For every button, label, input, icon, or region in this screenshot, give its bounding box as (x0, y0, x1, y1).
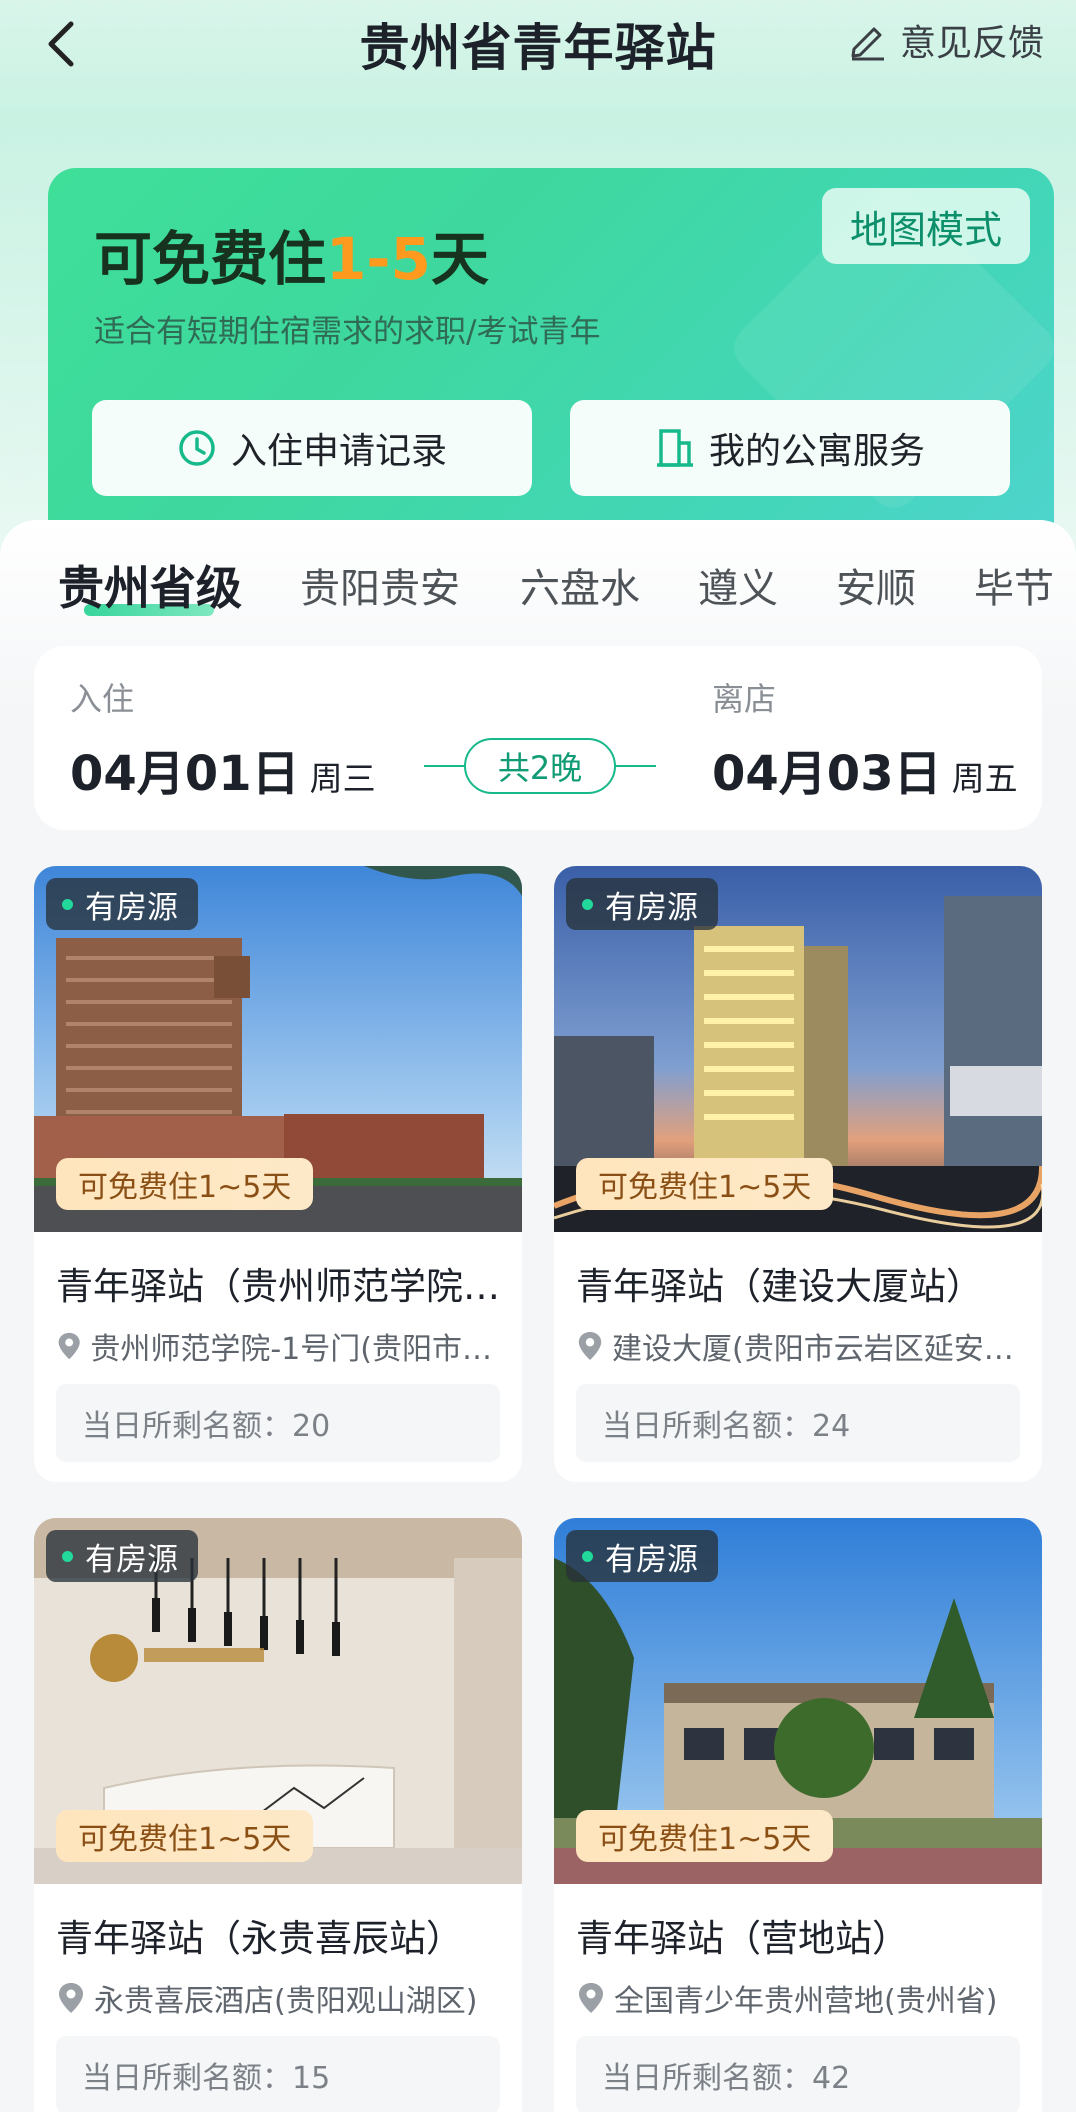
tab-liupanshui[interactable]: 六盘水 (520, 556, 640, 614)
location-pin-icon (58, 1332, 80, 1360)
status-dot (582, 898, 593, 910)
tab-guiyang-guian[interactable]: 贵阳贵安 (300, 556, 460, 614)
hero-heading-suffix: 天 (430, 225, 489, 293)
station-address-text: 建设大厦(贵阳市云岩区延安中路) (612, 1332, 1026, 1367)
availability-badge: 有房源 (46, 878, 198, 930)
checkin-date-text: 04月01日 (70, 746, 300, 802)
station-name: 青年驿站（营地站） (576, 1917, 909, 1960)
availability-label: 有房源 (85, 1541, 178, 1578)
station-photo: 有房源 可免费住1~5天 (34, 1518, 522, 1884)
tab-guizhou-province[interactable]: 贵州省级 (58, 552, 242, 618)
free-stay-tag: 可免费住1~5天 (56, 1810, 314, 1862)
station-name: 青年驿站（永贵喜辰站） (56, 1917, 463, 1960)
station-card[interactable]: 有房源 可免费住1~5天 青年驿站（永贵喜辰站） 永贵喜辰酒店(贵阳观山湖区) … (34, 1518, 522, 2112)
checkin-weekday: 周三 (309, 759, 376, 798)
location-pin-icon (59, 1983, 83, 2013)
nights-count: 共2晚 (464, 738, 616, 794)
station-name: 青年驿站（建设大厦站） (576, 1265, 983, 1308)
status-dot (62, 898, 73, 910)
top-bar: 贵州省青年驿站 意见反馈 (0, 0, 1076, 90)
building-icon (656, 429, 693, 467)
checkout-label: 离店 (712, 680, 777, 718)
remaining-quota: 当日所剩名额：42 (576, 2036, 1020, 2112)
station-photo: 有房源 可免费住1~5天 (34, 866, 522, 1232)
station-address-text: 全国青少年贵州营地(贵州省) (614, 1984, 998, 2019)
status-dot (62, 1550, 73, 1562)
clock-icon (179, 430, 215, 466)
hero-subtitle: 适合有短期住宿需求的求职/考试青年 (94, 314, 601, 350)
hero-heading-prefix: 可免费住 (94, 225, 327, 293)
map-mode-button[interactable]: 地图模式 (822, 188, 1030, 264)
checkout-weekday: 周五 (951, 759, 1018, 798)
checkin-label: 入住 (70, 680, 135, 718)
availability-label: 有房源 (605, 889, 698, 926)
region-tabs: 贵州省级 贵阳贵安 六盘水 遵义 安顺 毕节 (0, 520, 1076, 650)
remaining-quota: 当日所剩名额：15 (56, 2036, 500, 2112)
station-address: 贵州师范学院-1号门(贵阳市乌当区) (56, 1324, 506, 1368)
nights-indicator: 共2晚 (424, 738, 656, 794)
station-photo: 有房源 可免费住1~5天 (554, 1518, 1042, 1884)
hero-banner: 可免费住1-5天 适合有短期住宿需求的求职/考试青年 地图模式 入住申请记录 我… (48, 168, 1054, 568)
availability-badge: 有房源 (566, 878, 718, 930)
station-address: 建设大厦(贵阳市云岩区延安中路) (576, 1324, 1026, 1368)
free-stay-tag: 可免费住1~5天 (576, 1810, 834, 1862)
checkin-date-picker[interactable]: 入住 04月01日 周三 (70, 674, 376, 804)
feedback-label: 意见反馈 (899, 23, 1044, 64)
feedback-button[interactable]: 意见反馈 (846, 14, 1044, 66)
station-photo: 有房源 可免费住1~5天 (554, 866, 1042, 1232)
location-pin-icon (579, 1983, 603, 2013)
free-stay-tag: 可免费住1~5天 (56, 1158, 314, 1210)
remaining-quota: 当日所剩名额：20 (56, 1384, 500, 1462)
hero-heading-days: 1-5 (326, 225, 431, 293)
checkin-records-button[interactable]: 入住申请记录 (92, 400, 532, 496)
edit-icon (851, 27, 884, 61)
hero-heading: 可免费住1-5天 (94, 212, 489, 296)
apartment-service-label: 我的公寓服务 (708, 431, 925, 472)
checkout-date-text: 04月03日 (712, 746, 942, 802)
tab-zunyi[interactable]: 遵义 (698, 556, 778, 614)
availability-label: 有房源 (85, 889, 178, 926)
station-card[interactable]: 有房源 可免费住1~5天 青年驿站（贵州师范学院站） 贵州师范学院-1号门(贵阳… (34, 866, 522, 1482)
availability-badge: 有房源 (46, 1530, 198, 1582)
date-selector: 入住 04月01日 周三 共2晚 离店 04月03日 周五 (34, 646, 1042, 830)
station-address: 永贵喜辰酒店(贵阳观山湖区) (56, 1976, 506, 2020)
tab-anshun[interactable]: 安顺 (836, 556, 916, 614)
checkout-date-picker[interactable]: 离店 04月03日 周五 (712, 674, 1018, 804)
remaining-quota: 当日所剩名额：24 (576, 1384, 1020, 1462)
nights-line-right (610, 765, 656, 767)
checkin-date: 04月01日 周三 (70, 734, 376, 804)
station-address: 全国青少年贵州营地(贵州省) (576, 1976, 1026, 2020)
station-address-text: 永贵喜辰酒店(贵阳观山湖区) (94, 1984, 478, 2019)
tab-bijie[interactable]: 毕节 (974, 556, 1054, 614)
availability-label: 有房源 (605, 1541, 698, 1578)
station-card[interactable]: 有房源 可免费住1~5天 青年驿站（建设大厦站） 建设大厦(贵阳市云岩区延安中路… (554, 866, 1042, 1482)
availability-badge: 有房源 (566, 1530, 718, 1582)
location-pin-icon (578, 1331, 602, 1361)
status-dot (582, 1550, 593, 1562)
apartment-service-button[interactable]: 我的公寓服务 (570, 400, 1010, 496)
main-panel: 贵州省级 贵阳贵安 六盘水 遵义 安顺 毕节 入住 04月01日 周三 共2晚 离… (0, 520, 1076, 2112)
station-address-text: 贵州师范学院-1号门(贵阳市乌当区) (90, 1332, 506, 1367)
station-card[interactable]: 有房源 可免费住1~5天 青年驿站（营地站） 全国青少年贵州营地(贵州省) 当日… (554, 1518, 1042, 2112)
free-stay-tag: 可免费住1~5天 (576, 1158, 834, 1210)
station-name: 青年驿站（贵州师范学院站） (56, 1265, 506, 1308)
checkin-records-label: 入住申请记录 (230, 431, 447, 472)
checkout-date: 04月03日 周五 (712, 734, 1018, 804)
